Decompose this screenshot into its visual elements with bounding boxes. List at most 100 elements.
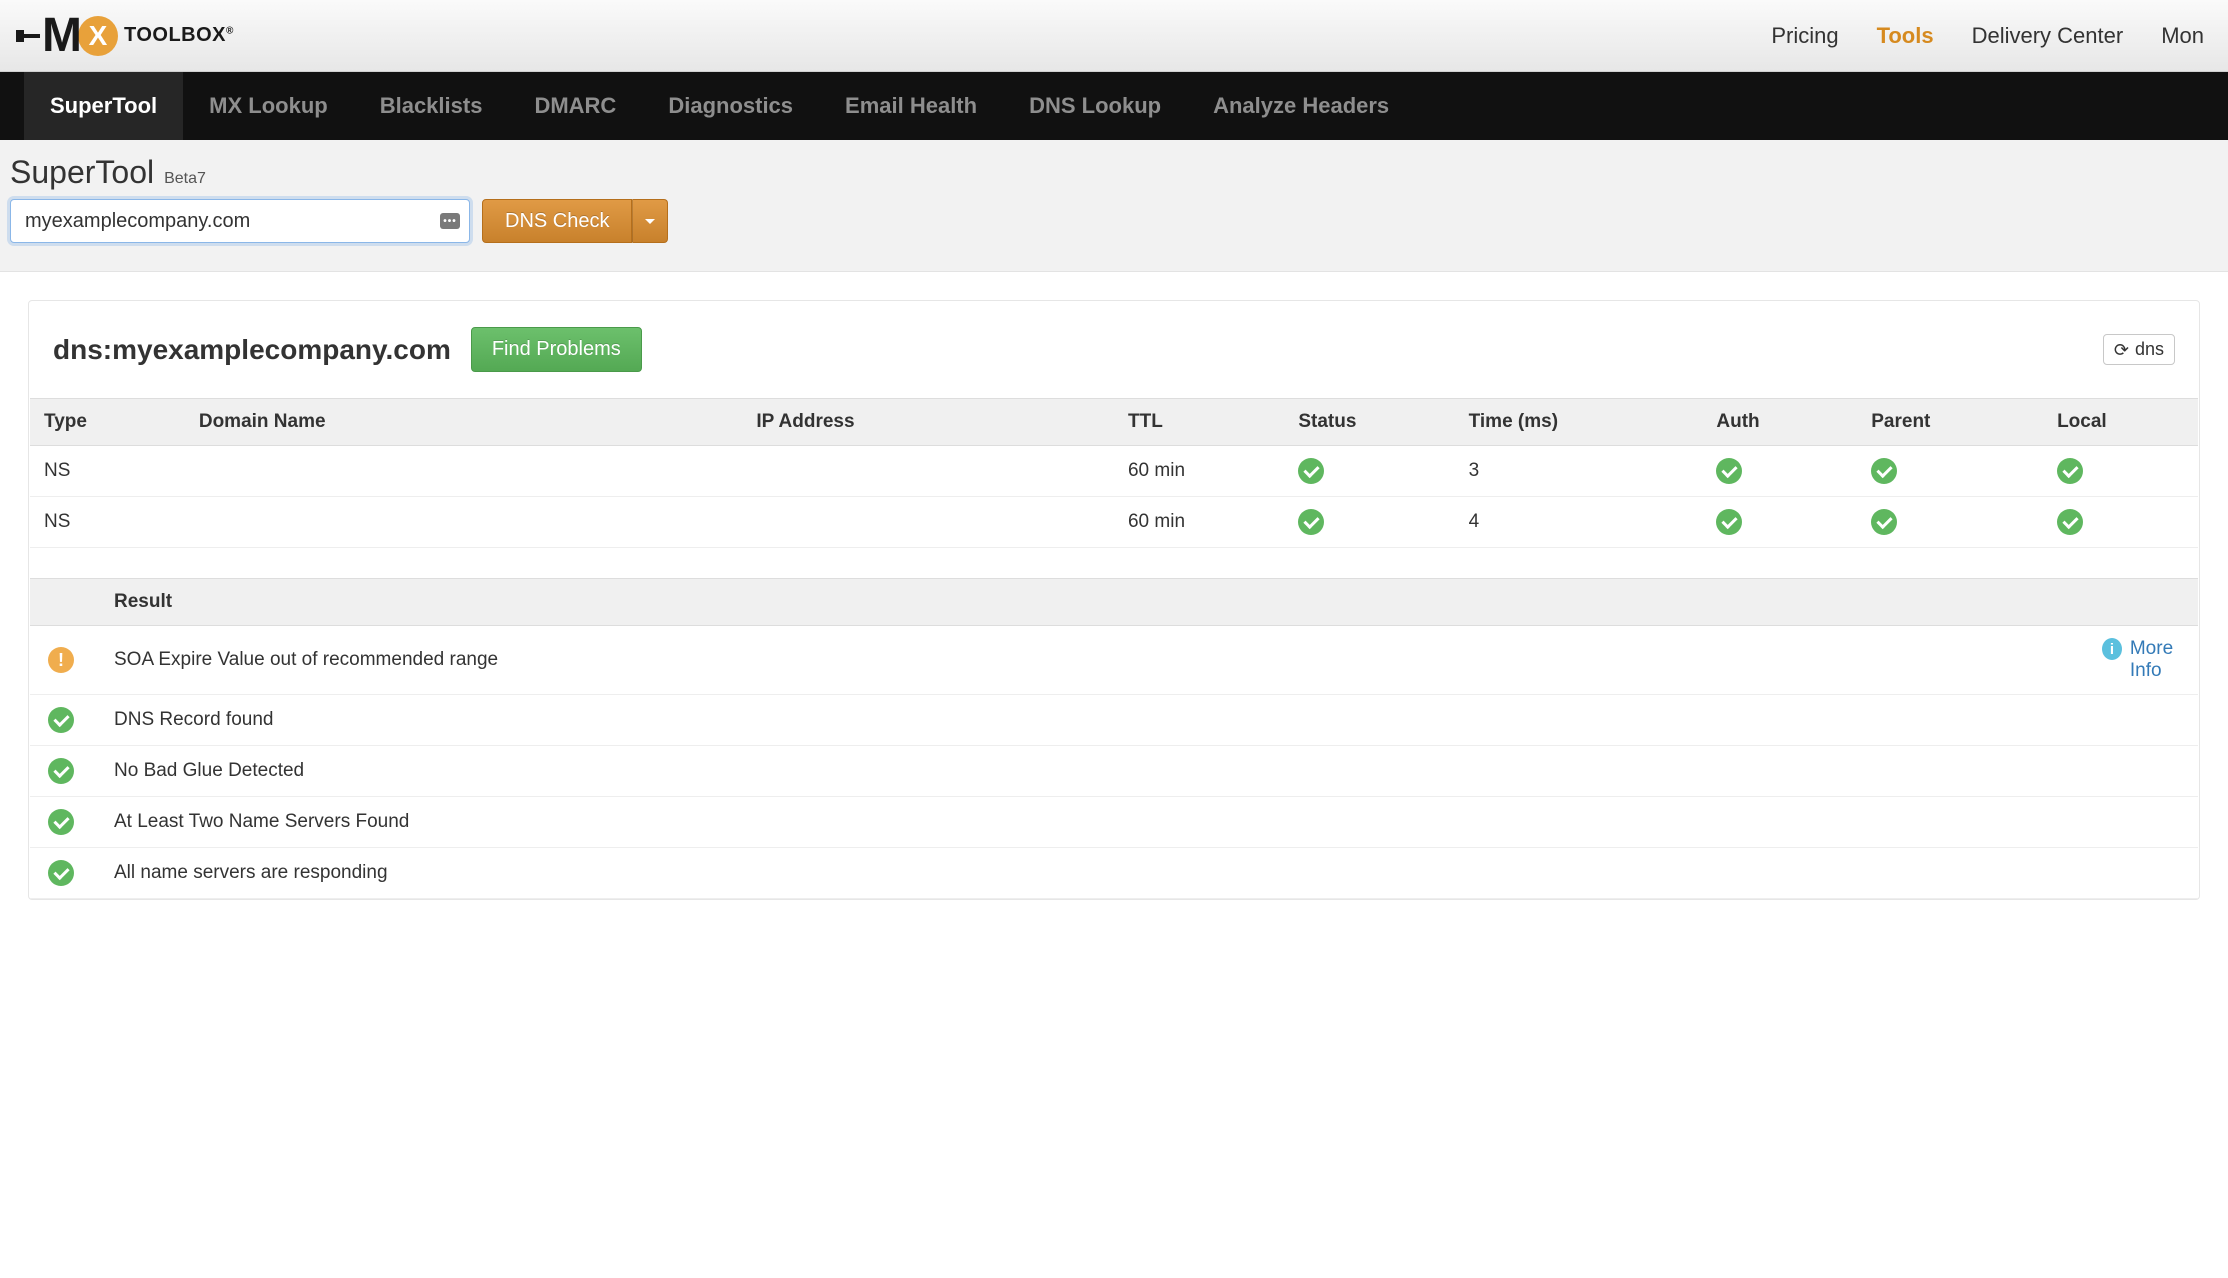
refresh-label: dns bbox=[2135, 339, 2164, 360]
cell-more-info bbox=[2088, 695, 2198, 746]
cell-auth bbox=[1702, 497, 1857, 548]
tool-title-row: SuperTool Beta7 bbox=[10, 154, 2218, 191]
cell-status-icon bbox=[30, 848, 100, 899]
action-button-group: DNS Check bbox=[482, 199, 668, 243]
tab-supertool[interactable]: SuperTool bbox=[24, 72, 183, 140]
cell-type: NS bbox=[30, 446, 185, 497]
cell-result: DNS Record found bbox=[100, 695, 2088, 746]
tab-mx-lookup[interactable]: MX Lookup bbox=[183, 72, 354, 140]
tool-area: SuperTool Beta7 ••• DNS Check bbox=[0, 140, 2228, 272]
domain-input[interactable] bbox=[10, 199, 470, 243]
caret-down-icon bbox=[645, 219, 655, 224]
table-row: NS 60 min 3 bbox=[30, 446, 2198, 497]
cell-domain bbox=[185, 446, 742, 497]
check-icon bbox=[48, 809, 74, 835]
tool-beta-label: Beta7 bbox=[164, 170, 206, 188]
tab-email-health[interactable]: Email Health bbox=[819, 72, 1003, 140]
check-icon bbox=[1871, 509, 1897, 535]
cell-type: NS bbox=[30, 497, 185, 548]
table-row: No Bad Glue Detected bbox=[30, 746, 2198, 797]
cell-status-icon bbox=[30, 797, 100, 848]
tab-dmarc[interactable]: DMARC bbox=[508, 72, 642, 140]
dns-check-button[interactable]: DNS Check bbox=[482, 199, 632, 243]
col-header-result: Result bbox=[100, 579, 2088, 626]
action-dropdown-toggle[interactable] bbox=[632, 199, 668, 243]
table-row: At Least Two Name Servers Found bbox=[30, 797, 2198, 848]
logo-letter-m: M bbox=[42, 12, 80, 60]
tab-diagnostics[interactable]: Diagnostics bbox=[642, 72, 819, 140]
table-row: NS 60 min 4 bbox=[30, 497, 2198, 548]
check-icon bbox=[2057, 458, 2083, 484]
check-icon bbox=[1298, 509, 1324, 535]
col-header-local: Local bbox=[2043, 399, 2198, 446]
results-header: dns:myexamplecompany.com Find Problems ⟳… bbox=[29, 327, 2199, 398]
cell-time: 4 bbox=[1455, 497, 1703, 548]
cell-more-info bbox=[2088, 797, 2198, 848]
col-header-ttl: TTL bbox=[1114, 399, 1284, 446]
table-row: !SOA Expire Value out of recommended ran… bbox=[30, 626, 2198, 695]
cell-ip bbox=[742, 497, 1114, 548]
cell-status-icon: ! bbox=[30, 626, 100, 695]
cell-status-icon bbox=[30, 695, 100, 746]
check-icon bbox=[48, 758, 74, 784]
input-options-icon[interactable]: ••• bbox=[440, 213, 460, 229]
cell-parent bbox=[1857, 497, 2043, 548]
logo-toolbox-text: TOOLBOX® bbox=[124, 24, 234, 47]
col-header-ip: IP Address bbox=[742, 399, 1114, 446]
tool-input-row: ••• DNS Check bbox=[10, 199, 2218, 243]
col-header-type: Type bbox=[30, 399, 185, 446]
tab-analyze-headers[interactable]: Analyze Headers bbox=[1187, 72, 1415, 140]
logo-connector-icon bbox=[24, 34, 40, 38]
col-header-status: Status bbox=[1284, 399, 1454, 446]
cell-result: At Least Two Name Servers Found bbox=[100, 797, 2088, 848]
cell-result: No Bad Glue Detected bbox=[100, 746, 2088, 797]
cell-result: All name servers are responding bbox=[100, 848, 2088, 899]
table-row: All name servers are responding bbox=[30, 848, 2198, 899]
find-problems-button[interactable]: Find Problems bbox=[471, 327, 642, 372]
nav-delivery-center[interactable]: Delivery Center bbox=[1972, 23, 2124, 49]
logo-x-badge-icon: X bbox=[78, 16, 118, 56]
check-icon bbox=[48, 707, 74, 733]
refresh-button[interactable]: ⟳ dns bbox=[2103, 334, 2175, 365]
cell-local bbox=[2043, 446, 2198, 497]
cell-more-info bbox=[2088, 746, 2198, 797]
col-header-status-icon bbox=[30, 579, 100, 626]
logo[interactable]: M X TOOLBOX® bbox=[24, 12, 234, 60]
results-card: dns:myexamplecompany.com Find Problems ⟳… bbox=[28, 300, 2200, 900]
cell-ttl: 60 min bbox=[1114, 497, 1284, 548]
col-header-auth: Auth bbox=[1702, 399, 1857, 446]
table-row: DNS Record found bbox=[30, 695, 2198, 746]
nav-pricing[interactable]: Pricing bbox=[1771, 23, 1838, 49]
results-container: dns:myexamplecompany.com Find Problems ⟳… bbox=[0, 272, 2228, 900]
cell-time: 3 bbox=[1455, 446, 1703, 497]
cell-more-info: i More Info bbox=[2088, 626, 2198, 695]
tool-title: SuperTool bbox=[10, 154, 154, 191]
cell-ttl: 60 min bbox=[1114, 446, 1284, 497]
checks-header-row: Result bbox=[30, 579, 2198, 626]
logo-registered: ® bbox=[226, 25, 234, 36]
results-heading: dns:myexamplecompany.com bbox=[53, 334, 451, 366]
warning-icon: ! bbox=[48, 647, 74, 673]
check-icon bbox=[1716, 509, 1742, 535]
info-icon: i bbox=[2102, 638, 2122, 660]
col-header-time: Time (ms) bbox=[1455, 399, 1703, 446]
nav-mon[interactable]: Mon bbox=[2161, 23, 2204, 49]
logo-toolbox-label: TOOLBOX bbox=[124, 24, 226, 46]
tab-dns-lookup[interactable]: DNS Lookup bbox=[1003, 72, 1187, 140]
cell-auth bbox=[1702, 446, 1857, 497]
more-info-link[interactable]: More Info bbox=[2130, 638, 2184, 682]
checks-table: Result !SOA Expire Value out of recommen… bbox=[30, 578, 2198, 899]
cell-parent bbox=[1857, 446, 2043, 497]
col-header-domain: Domain Name bbox=[185, 399, 742, 446]
cell-domain bbox=[185, 497, 742, 548]
tab-blacklists[interactable]: Blacklists bbox=[354, 72, 509, 140]
nav-tools[interactable]: Tools bbox=[1877, 23, 1934, 49]
col-header-parent: Parent bbox=[1857, 399, 2043, 446]
tool-tabs: SuperTool MX Lookup Blacklists DMARC Dia… bbox=[0, 72, 2228, 140]
cell-local bbox=[2043, 497, 2198, 548]
domain-input-wrap: ••• bbox=[10, 199, 470, 243]
check-icon bbox=[1716, 458, 1742, 484]
refresh-icon: ⟳ bbox=[2114, 341, 2129, 359]
check-icon bbox=[1871, 458, 1897, 484]
check-icon bbox=[2057, 509, 2083, 535]
